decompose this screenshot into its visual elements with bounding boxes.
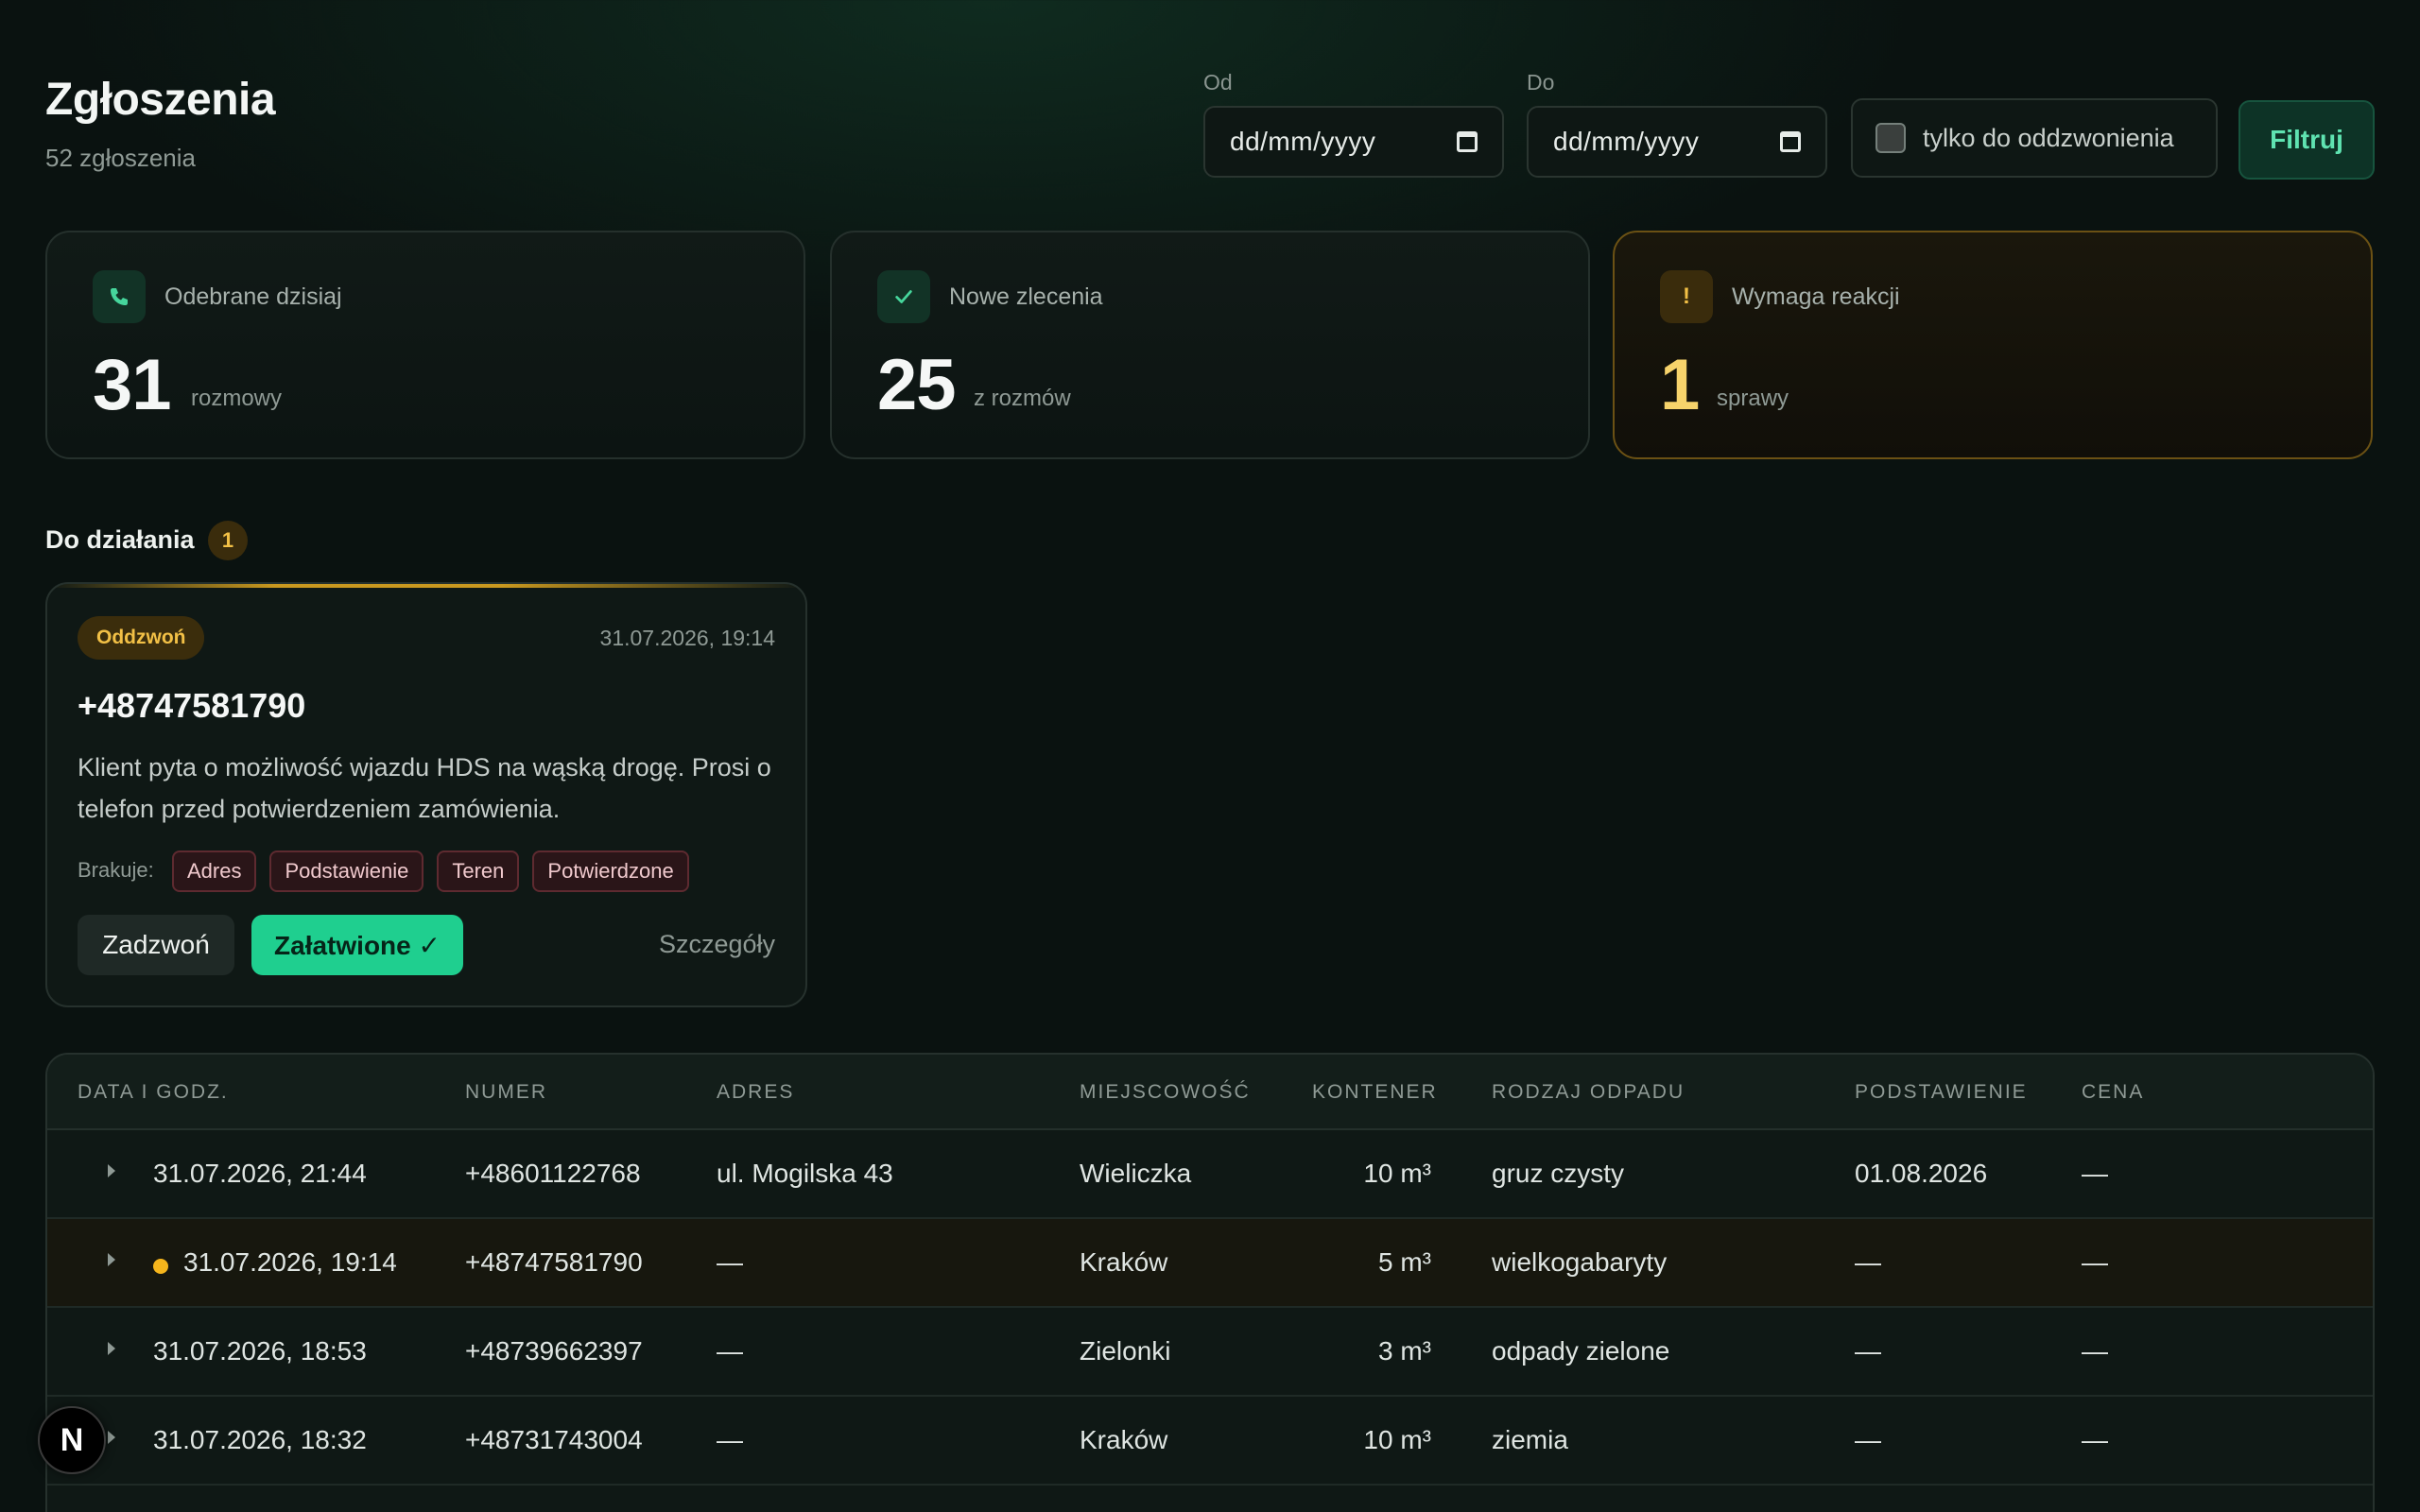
phone-icon <box>93 270 146 323</box>
card-accent-line <box>47 584 805 588</box>
expand-icon[interactable] <box>108 1431 115 1444</box>
cell-container: 10 m³ <box>1363 1159 1431 1188</box>
page-subtitle: 52 zgłoszenia <box>45 144 196 172</box>
section-count-badge: 1 <box>208 521 248 560</box>
card-phone: +48747581790 <box>78 686 306 725</box>
callback-only-label: tylko do oddzwonienia <box>1923 123 2174 152</box>
column-header[interactable]: KONTENER <box>1312 1081 1438 1104</box>
column-header[interactable]: PODSTAWIENIE <box>1855 1081 2028 1104</box>
missing-chip: Podstawienie <box>269 850 424 892</box>
cell-datetime: 31.07.2026, 21:44 <box>153 1159 367 1188</box>
stat-unit: rozmowy <box>191 386 283 411</box>
missing-chip: Teren <box>437 850 520 892</box>
cell-datetime: 31.07.2026, 18:32 <box>153 1425 367 1454</box>
dev-tools-badge[interactable]: N <box>38 1406 106 1474</box>
cell-number: +48747581790 <box>465 1247 643 1277</box>
cell-number: +48601122768 <box>465 1159 641 1188</box>
submissions-table: DATA I GODZ. NUMER ADRES MIEJSCOWOŚĆ KON… <box>45 1053 2375 1512</box>
cell-waste: wielkogabaryty <box>1492 1247 1668 1277</box>
stat-value: 1 <box>1660 345 1700 425</box>
stat-card-needs-action: ! Wymaga reakcji 1 sprawy <box>1613 231 2373 459</box>
expand-icon[interactable] <box>108 1253 115 1266</box>
card-time: 31.07.2026, 19:14 <box>599 626 775 650</box>
date-from-value: dd/mm/yyyy <box>1230 127 1376 156</box>
table-row[interactable]: 31.07.2026, 18:53 +48739662397 — Zielonk… <box>47 1308 2373 1397</box>
cell-number: +48731743004 <box>465 1425 643 1454</box>
calendar-icon[interactable] <box>1457 131 1478 152</box>
missing-chip: Adres <box>172 850 257 892</box>
expand-icon[interactable] <box>108 1342 115 1355</box>
date-to-value: dd/mm/yyyy <box>1553 127 1700 156</box>
cell-waste: ziemia <box>1492 1425 1568 1454</box>
table-row[interactable]: 31.07.2026, 21:44 +48601122768 ul. Mogil… <box>47 1130 2373 1219</box>
callback-tag: Oddzwoń <box>78 616 205 660</box>
stat-label: Nowe zlecenia <box>949 284 1103 310</box>
mark-done-button[interactable]: Załatwione ✓ <box>251 915 463 975</box>
column-header[interactable]: MIEJSCOWOŚĆ <box>1080 1081 1251 1104</box>
stat-label: Odebrane dzisiaj <box>164 284 342 310</box>
cell-city: Kraków <box>1080 1425 1168 1454</box>
cell-container: 3 m³ <box>1378 1336 1431 1366</box>
call-button[interactable]: Zadzwoń <box>78 915 234 975</box>
stat-card-new-orders: Nowe zlecenia 25 z rozmów <box>830 231 1590 459</box>
cell-price: — <box>2082 1247 2108 1277</box>
cell-number: +48739662397 <box>465 1336 643 1366</box>
card-description: Klient pyta o możliwość wjazdu HDS na wą… <box>78 753 771 823</box>
cell-datetime: 31.07.2026, 18:53 <box>153 1336 367 1366</box>
details-link[interactable]: Szczegóły <box>659 930 775 959</box>
callback-dot-icon <box>153 1259 168 1274</box>
cell-delivery: — <box>1855 1425 1881 1454</box>
table-header: DATA I GODZ. NUMER ADRES MIEJSCOWOŚĆ KON… <box>47 1055 2373 1130</box>
callback-only-checkbox[interactable] <box>1876 123 1906 153</box>
stat-card-received: Odebrane dzisiaj 31 rozmowy <box>45 231 805 459</box>
stat-value: 25 <box>877 345 957 425</box>
cell-address: — <box>717 1247 743 1277</box>
filter-button[interactable]: Filtruj <box>2238 100 2375 180</box>
calendar-icon[interactable] <box>1780 131 1801 152</box>
date-from-input[interactable]: dd/mm/yyyy <box>1203 106 1504 178</box>
cell-waste: odpady zielone <box>1492 1336 1670 1366</box>
table-row[interactable]: 31.07.2026, 18:32 +48731743004 — Kraków … <box>47 1397 2373 1486</box>
cell-delivery: — <box>1855 1247 1881 1277</box>
stat-unit: sprawy <box>1717 386 1789 411</box>
cell-address: ul. Mogilska 43 <box>717 1159 893 1188</box>
column-header[interactable]: ADRES <box>717 1081 794 1104</box>
cell-waste: gruz czysty <box>1492 1159 1625 1188</box>
cell-datetime: 31.07.2026, 19:14 <box>183 1247 397 1277</box>
cell-delivery: 01.08.2026 <box>1855 1159 1988 1188</box>
date-from-label: Od <box>1203 70 1233 94</box>
cell-address: — <box>717 1425 743 1454</box>
column-header[interactable]: NUMER <box>465 1081 547 1104</box>
cell-city: Zielonki <box>1080 1336 1171 1366</box>
cell-city: Kraków <box>1080 1247 1168 1277</box>
column-header[interactable]: DATA I GODZ. <box>78 1081 229 1104</box>
action-card: Oddzwoń 31.07.2026, 19:14 +48747581790 K… <box>45 582 807 1007</box>
cell-price: — <box>2082 1336 2108 1366</box>
exclamation-icon: ! <box>1660 270 1713 323</box>
stat-value: 31 <box>93 345 172 425</box>
column-header[interactable]: RODZAJ ODPADU <box>1492 1081 1685 1104</box>
missing-chips: Adres Podstawienie Teren Potwierdzone <box>172 850 689 892</box>
page-title: Zgłoszenia <box>45 75 276 125</box>
cell-address: — <box>717 1336 743 1366</box>
table-row[interactable]: 31.07.2026, 19:14 +48747581790 — Kraków … <box>47 1219 2373 1308</box>
missing-chip: Potwierdzone <box>532 850 689 892</box>
stat-unit: z rozmów <box>974 386 1071 411</box>
column-header[interactable]: CENA <box>2082 1081 2144 1104</box>
cell-city: Wieliczka <box>1080 1159 1192 1188</box>
check-icon <box>877 270 930 323</box>
callback-only-toggle[interactable]: tylko do oddzwonienia <box>1851 98 2218 178</box>
expand-icon[interactable] <box>108 1164 115 1177</box>
cell-container: 5 m³ <box>1378 1247 1431 1277</box>
cell-delivery: — <box>1855 1336 1881 1366</box>
cell-price: — <box>2082 1159 2108 1188</box>
section-title: Do działania <box>45 525 195 554</box>
cell-price: — <box>2082 1425 2108 1454</box>
missing-label: Brakuje: <box>78 858 154 882</box>
cell-container: 10 m³ <box>1363 1425 1431 1454</box>
date-to-label: Do <box>1527 70 1555 94</box>
stat-label: Wymaga reakcji <box>1732 284 1900 310</box>
date-to-input[interactable]: dd/mm/yyyy <box>1527 106 1827 178</box>
